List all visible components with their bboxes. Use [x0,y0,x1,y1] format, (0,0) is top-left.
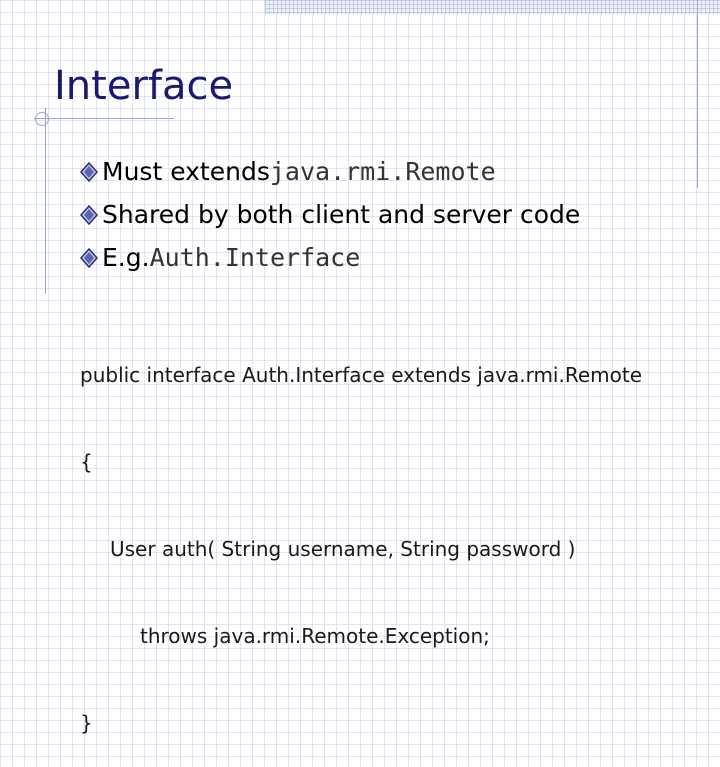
bullet-item: E.g. Auth.Interface [80,236,580,279]
code-line: throws java.rmi.Remote.Exception; [140,624,490,648]
diamond-bullet-icon [80,204,98,225]
title-underline-rule [34,118,174,119]
code-block: public interface Auth.Interface extends … [80,303,642,767]
bullet-code: java.rmi.Remote [269,156,496,186]
bullet-list: Must extends java.rmi.Remote Shared by b… [80,150,580,279]
slide-title: Interface [54,63,234,109]
diamond-bullet-icon [80,247,98,268]
bullet-text: Must extends [102,156,270,186]
code-line: } [80,711,93,735]
bullet-item: Shared by both client and server code [80,193,580,236]
code-line: public interface Auth.Interface extends … [80,363,643,387]
corner-circle-mark [35,112,49,126]
right-vertical-rule [697,0,698,188]
top-decorative-band [265,0,720,14]
bullet-code: Auth.Interface [149,242,361,272]
code-line: { [80,450,93,474]
bullet-text: E.g. [102,242,150,272]
diamond-bullet-icon [80,161,98,182]
left-vertical-rule [45,108,46,294]
bullet-text: Shared by both client and server code [102,199,581,229]
bullet-item: Must extends java.rmi.Remote [80,150,580,193]
code-line: User auth( String username, String passw… [110,537,576,561]
